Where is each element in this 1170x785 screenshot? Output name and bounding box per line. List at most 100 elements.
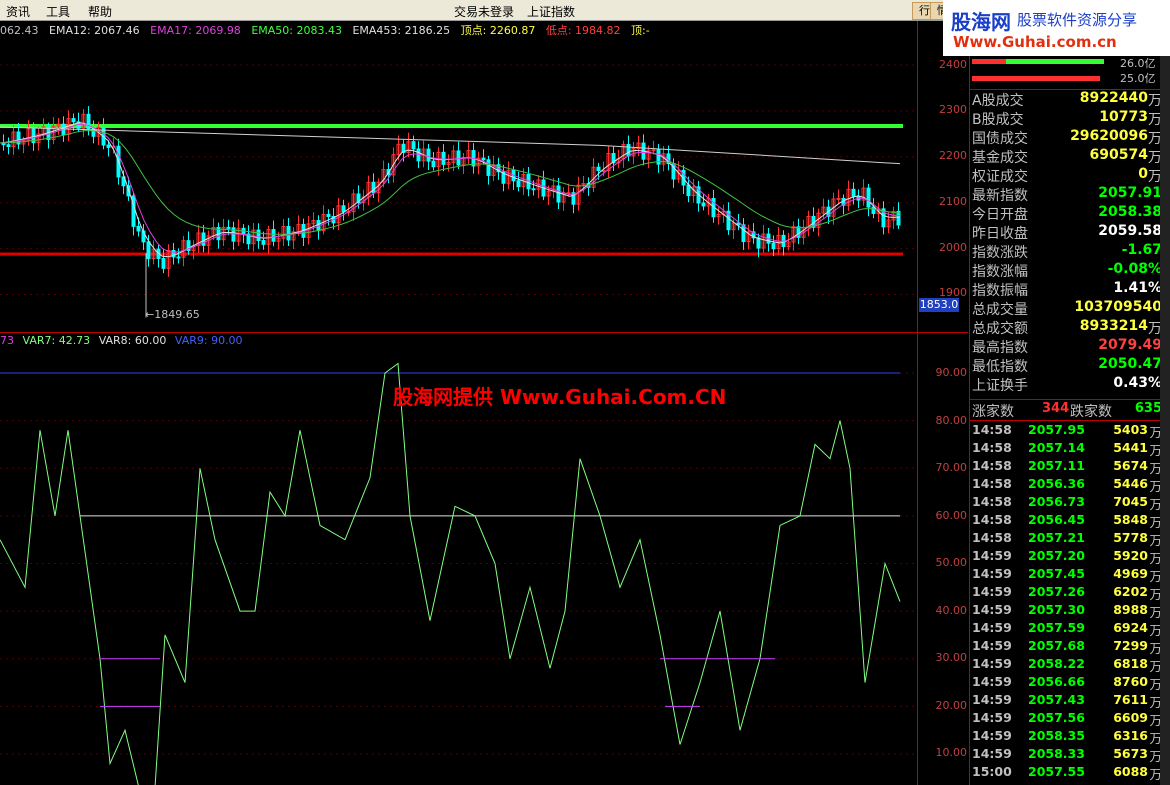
stat-label: 总成交量 <box>972 302 1028 318</box>
price-tick: 2300 <box>939 103 967 116</box>
volume-bar-up-fill <box>1006 59 1104 64</box>
candle-body <box>416 148 421 162</box>
tick-row: 14:59 2057.45 4969 万 <box>972 566 1162 584</box>
pane-divider <box>0 332 968 333</box>
index-name[interactable]: 上证指数 <box>527 3 575 20</box>
header-ema50: EMA50: 2083.43 <box>251 24 342 37</box>
tick-price: 2057.11 <box>1028 458 1085 473</box>
candle-body <box>431 160 436 168</box>
candle-body <box>771 242 776 250</box>
menu-item-tools[interactable]: 工具 <box>46 3 70 20</box>
price-tick: 2100 <box>939 195 967 208</box>
stat-value: 2050.47 <box>1098 356 1162 372</box>
stat-row: 万 B股成交 10773 <box>972 109 1162 128</box>
tick-price: 2057.56 <box>1028 710 1085 725</box>
candle-body <box>456 150 461 166</box>
tick-time: 14:58 <box>972 476 1012 491</box>
tick-volume: 5673 <box>1113 746 1148 761</box>
tick-volume: 5403 <box>1113 422 1148 437</box>
ind-tick: 30.00 <box>935 651 968 664</box>
stat-label: 权证成交 <box>972 169 1028 185</box>
tick-volume: 6609 <box>1113 710 1148 725</box>
tick-volume: 6818 <box>1113 656 1148 671</box>
ind-tick: 40.00 <box>935 604 968 617</box>
tick-row: 14:58 2056.73 7045 万 <box>972 494 1162 512</box>
candle-body <box>556 185 561 203</box>
stat-value: 0.43% <box>1113 375 1162 391</box>
stat-label: 国债成交 <box>972 131 1028 147</box>
stat-label: 昨日收盘 <box>972 226 1028 242</box>
tick-price: 2058.35 <box>1028 728 1085 743</box>
trade-login-status[interactable]: 交易未登录 <box>454 3 514 20</box>
tick-price: 2056.66 <box>1028 674 1085 689</box>
quote-panel: 26.0亿 25.0亿 万 A股成交 8922440 万 B股成交 10773 万国债成交 2… <box>969 21 1170 785</box>
var7-line <box>0 362 901 785</box>
header-value-close: 062.43 <box>0 24 39 37</box>
tick-price: 2056.45 <box>1028 512 1085 527</box>
tick-volume: 5778 <box>1113 530 1148 545</box>
candle-body <box>741 224 746 243</box>
tick-time: 14:59 <box>972 656 1012 671</box>
stat-value: 2059.58 <box>1098 223 1162 239</box>
tick-time: 14:59 <box>972 548 1012 563</box>
tick-row: 14:59 2057.26 6202 万 <box>972 584 1162 602</box>
low-annotation: ←1849.65 <box>145 308 200 321</box>
tick-price: 2057.30 <box>1028 602 1085 617</box>
tick-volume: 6316 <box>1113 728 1148 743</box>
price-tick: 2200 <box>939 149 967 162</box>
tick-volume: 5920 <box>1113 548 1148 563</box>
tick-time: 14:58 <box>972 512 1012 527</box>
tick-row: 14:58 2057.14 5441 万 <box>972 440 1162 458</box>
ema453-line <box>0 126 901 165</box>
tick-time: 14:58 <box>972 440 1012 455</box>
stat-row: 指数振幅 1.41% <box>972 280 1162 299</box>
tick-volume: 7611 <box>1113 692 1148 707</box>
tick-time: 14:59 <box>972 746 1012 761</box>
candle-body <box>341 205 346 213</box>
stat-label: 指数涨跌 <box>972 245 1028 261</box>
tick-price: 2057.59 <box>1028 620 1085 635</box>
tick-time: 14:59 <box>972 620 1012 635</box>
candle-body <box>626 144 631 157</box>
tick-row: 15:00 2057.55 6088 万 <box>972 764 1162 782</box>
tick-volume: 8988 <box>1113 602 1148 617</box>
tick-price: 2056.73 <box>1028 494 1085 509</box>
stat-value: 2079.49 <box>1098 337 1162 353</box>
down-count-label: 跌家数 <box>1070 404 1112 420</box>
stat-row: 万国债成交 29620096 <box>972 128 1162 147</box>
stat-value: 690574 <box>1089 147 1148 163</box>
menu-item-help[interactable]: 帮助 <box>88 3 112 20</box>
tick-volume: 7045 <box>1113 494 1148 509</box>
stat-value: -1.67 <box>1121 242 1162 258</box>
scrollbar[interactable] <box>1160 56 1170 785</box>
menu-item-news[interactable]: 资讯 <box>6 3 30 20</box>
ind-header-var8: VAR8: 60.00 <box>98 334 167 347</box>
tick-volume: 5446 <box>1113 476 1148 491</box>
tick-row: 14:58 2057.95 5403 万 <box>972 422 1162 440</box>
tick-time: 14:58 <box>972 494 1012 509</box>
tick-volume: 5674 <box>1113 458 1148 473</box>
candle-body <box>651 149 656 152</box>
chart-header: 062.43 EMA12: 2067.46 EMA17: 2069.98 EMA… <box>0 22 657 40</box>
tick-price: 2057.55 <box>1028 764 1085 779</box>
tick-price: 2058.22 <box>1028 656 1085 671</box>
candle-body <box>836 197 841 200</box>
ind-tick: 60.00 <box>935 509 968 522</box>
tick-row: 14:59 2058.22 6818 万 <box>972 656 1162 674</box>
candle-body <box>326 213 331 218</box>
tick-volume: 6088 <box>1113 764 1148 779</box>
candle-body <box>756 237 761 249</box>
tick-time: 14:59 <box>972 638 1012 653</box>
tick-price: 2056.36 <box>1028 476 1085 491</box>
tick-time: 14:58 <box>972 458 1012 473</box>
candle-body <box>226 226 231 229</box>
banner-subtitle: 股票软件资源分享 <box>1017 11 1138 29</box>
tick-time: 14:59 <box>972 566 1012 581</box>
stat-label: 上证换手 <box>972 378 1028 394</box>
candle-body <box>481 157 486 161</box>
stat-label: 指数振幅 <box>972 283 1028 299</box>
stat-label: 今日开盘 <box>972 207 1028 223</box>
volume-bar-down <box>972 76 1100 81</box>
stat-label: 指数涨幅 <box>972 264 1028 280</box>
divider <box>970 420 1160 421</box>
